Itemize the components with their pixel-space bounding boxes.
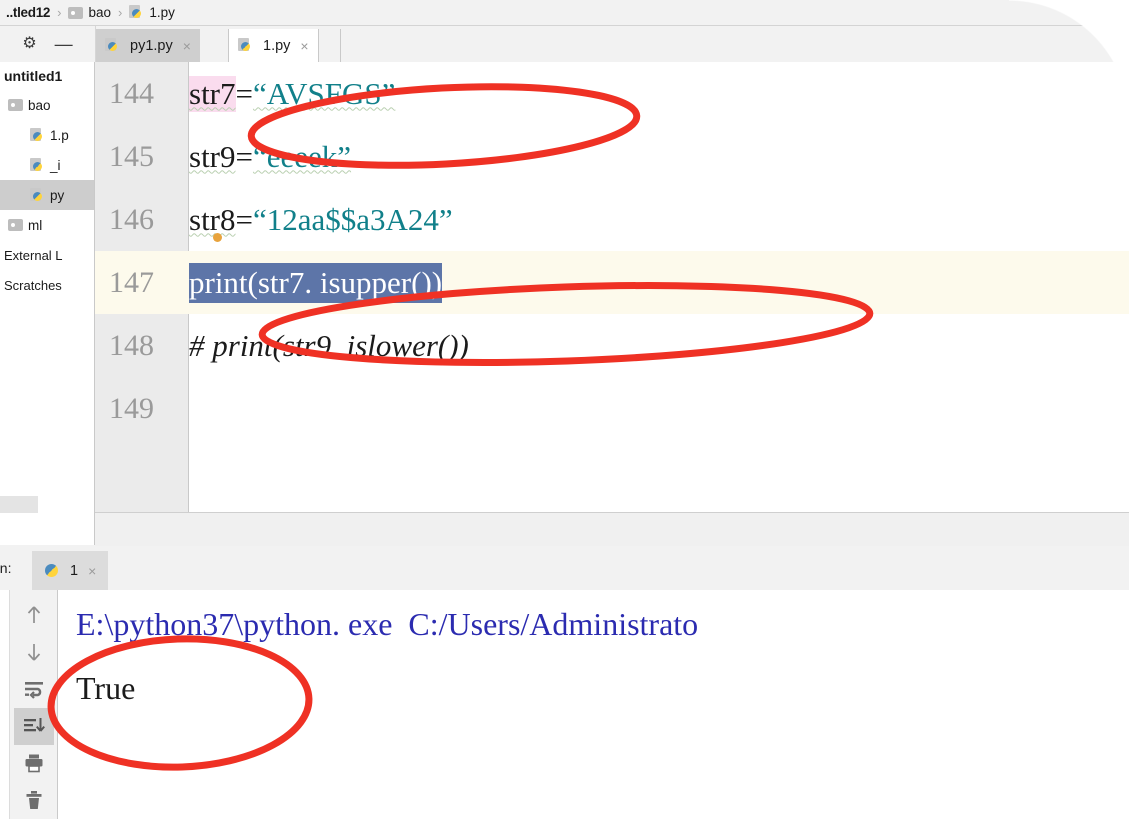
- code-line-149[interactable]: 149: [95, 377, 1129, 440]
- run-panel-toolbar: [10, 590, 58, 819]
- run-console-output[interactable]: E:\python37\python. exe C:/Users/Adminis…: [58, 590, 1129, 819]
- gear-icon[interactable]: ⚙: [22, 36, 36, 52]
- sidebar-item-untitled1[interactable]: untitled1: [0, 62, 94, 90]
- run-panel-label: un:: [0, 560, 12, 576]
- line-number: 146: [109, 202, 154, 236]
- sidebar-item-external-libraries[interactable]: External L: [0, 240, 94, 270]
- breadcrumb-separator: ›: [57, 5, 62, 20]
- tab-label: py1.py: [130, 37, 173, 54]
- python-file-icon: [238, 38, 253, 53]
- run-tab-1[interactable]: 1 ×: [32, 551, 109, 590]
- breadcrumb: ..tled12 › bao › 1.py: [0, 0, 1129, 26]
- token-string: “AVSFGS”: [252, 75, 396, 111]
- sidebar-item-init-py[interactable]: _i: [0, 150, 94, 180]
- close-icon[interactable]: ×: [88, 563, 96, 579]
- sidebar-item-label: bao: [28, 97, 51, 113]
- minimize-icon[interactable]: —: [55, 35, 73, 53]
- sidebar-item-scratches[interactable]: Scratches: [0, 270, 94, 300]
- project-tree[interactable]: untitled1 bao 1.p _i py ml External L Sc…: [0, 62, 95, 512]
- tab-1-py[interactable]: 1.py ×: [228, 29, 319, 62]
- trash-icon[interactable]: [14, 782, 54, 819]
- python-file-icon: [30, 157, 45, 173]
- python-file-icon: [30, 187, 45, 203]
- code-line-148[interactable]: 148 # print(str9. islower()): [95, 314, 1129, 377]
- folder-icon: [8, 219, 23, 231]
- folder-icon: [8, 99, 23, 111]
- editor-bottom-filler: [95, 512, 1129, 546]
- print-icon[interactable]: [14, 745, 54, 782]
- sidebar-item-bao[interactable]: bao: [0, 90, 94, 120]
- token-operator: =: [235, 201, 253, 237]
- line-number: 148: [109, 328, 154, 362]
- breadcrumb-separator-2: ›: [118, 5, 123, 20]
- screen-root: ..tled12 › bao › 1.py ⚙ — py1.py × 1.py …: [0, 0, 1129, 819]
- line-number: 149: [109, 391, 154, 425]
- line-content: str7 = “AVSFGS”: [189, 62, 395, 125]
- python-file-icon: [129, 5, 144, 20]
- down-arrow-icon[interactable]: [14, 633, 54, 670]
- sidebar-item-1-py[interactable]: 1.p: [0, 120, 94, 150]
- line-number: 147: [95, 251, 173, 314]
- sidebar-item-py1-py[interactable]: py: [0, 180, 94, 210]
- breadcrumb-item-file[interactable]: 1.py: [129, 5, 175, 20]
- code-line-147[interactable]: 147 print(str7. isupper()): [95, 251, 1129, 314]
- line-number: 145: [109, 139, 154, 173]
- sidebar-item-label: ml: [28, 217, 43, 233]
- soft-wrap-icon[interactable]: [14, 670, 54, 707]
- editor-bottom-left-filler: [0, 512, 95, 545]
- tool-window-controls: ⚙ —: [0, 26, 96, 62]
- sidebar-resize-nub[interactable]: [0, 496, 38, 513]
- close-icon[interactable]: ×: [300, 38, 308, 54]
- sidebar-item-label: 1.p: [50, 127, 69, 143]
- code-line-146[interactable]: 146 str8 = “12aa$$a3A24”: [95, 188, 1129, 251]
- editor-tab-bar: ⚙ — py1.py × 1.py ×: [0, 26, 1129, 63]
- ide-window: ..tled12 › bao › 1.py ⚙ — py1.py × 1.py …: [0, 0, 1129, 819]
- folder-icon: [68, 6, 84, 19]
- sidebar-item-label: External L: [4, 247, 63, 263]
- close-icon[interactable]: ×: [183, 38, 191, 54]
- token-operator: =: [235, 75, 253, 111]
- breadcrumb-label-project: ..tled12: [6, 5, 51, 20]
- sidebar-item-label: _i: [50, 157, 61, 173]
- run-panel-left-strip: [0, 590, 10, 819]
- breadcrumb-item-project[interactable]: ..tled12: [6, 5, 50, 20]
- code-editor[interactable]: 144 str7 = “AVSFGS” 145 str9 = “eeeek” 146 s…: [95, 62, 1129, 512]
- tab-py1-py[interactable]: py1.py ×: [96, 29, 200, 62]
- token-string: “12aa$$a3A24”: [252, 201, 453, 237]
- sidebar-item-label: untitled1: [4, 68, 63, 84]
- breakpoint-marker-icon: [213, 233, 222, 242]
- breadcrumb-item-bao[interactable]: bao: [68, 5, 111, 20]
- python-file-icon: [30, 127, 45, 143]
- selected-text: print(str7. isupper()): [189, 262, 443, 303]
- line-number: 144: [109, 76, 154, 110]
- sidebar-item-ml[interactable]: ml: [0, 210, 94, 240]
- sidebar-item-label: Scratches: [4, 277, 62, 293]
- code-line-145[interactable]: 145 str9 = “eeeek”: [95, 125, 1129, 188]
- up-arrow-icon[interactable]: [14, 596, 54, 633]
- token-variable: str7: [189, 75, 236, 112]
- code-area[interactable]: 144 str7 = “AVSFGS” 145 str9 = “eeeek” 146 s…: [95, 62, 1129, 512]
- console-output-line: True: [76, 670, 136, 706]
- token-variable: str8: [189, 201, 236, 237]
- token-variable: str9: [189, 138, 236, 174]
- run-tab-label: 1: [70, 562, 79, 579]
- tab-label: 1.py: [263, 37, 291, 54]
- token-string: “eeeek”: [252, 138, 352, 174]
- python-icon: [44, 563, 59, 578]
- line-content: # print(str9. islower()): [189, 327, 469, 363]
- sidebar-item-label: py: [50, 187, 65, 203]
- line-content: str9 = “eeeek”: [189, 125, 351, 188]
- tab-bar-empty-area: [340, 29, 1129, 62]
- console-command-line: E:\python37\python. exe C:/Users/Adminis…: [76, 606, 699, 642]
- line-content: str8 = “12aa$$a3A24”: [189, 188, 453, 251]
- breadcrumb-label-bao: bao: [88, 5, 111, 20]
- breadcrumb-label-file: 1.py: [149, 5, 175, 20]
- token-operator: =: [235, 138, 253, 174]
- python-file-icon: [105, 38, 120, 53]
- run-panel-header: un: 1 ×: [0, 551, 1129, 591]
- line-content: print(str7. isupper()): [189, 251, 443, 314]
- code-line-144[interactable]: 144 str7 = “AVSFGS”: [95, 62, 1129, 125]
- scroll-to-end-icon[interactable]: [13, 707, 54, 745]
